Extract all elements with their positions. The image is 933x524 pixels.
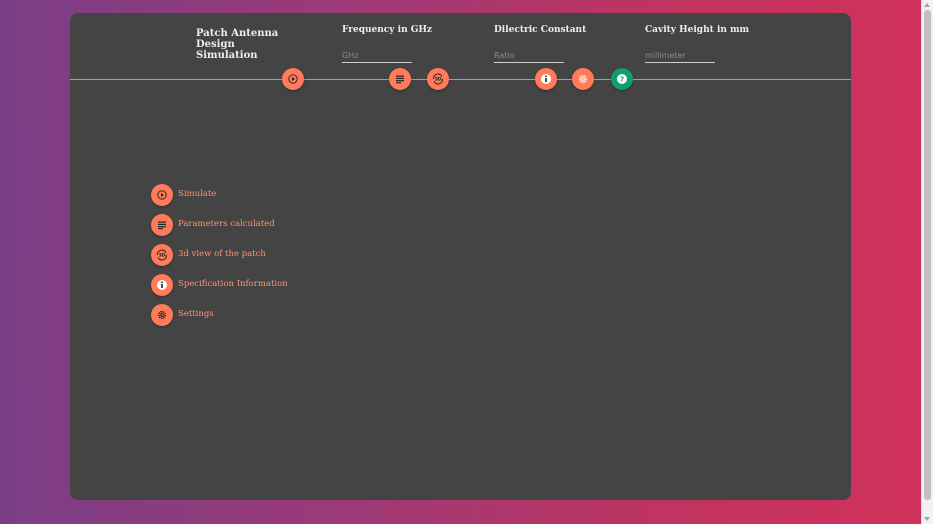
page-scrollbar[interactable]: [921, 0, 933, 524]
dielectric-input[interactable]: [494, 49, 564, 63]
legend-label-specification: Specification Information: [178, 279, 288, 289]
legend-label-parameters: Parameters calculated: [178, 219, 275, 229]
view-3d-button[interactable]: 3D: [427, 68, 449, 90]
legend-label-settings: Settings: [178, 309, 214, 319]
help-icon: ?: [617, 74, 627, 84]
legend-label-3d-view: 3d view of the patch: [178, 249, 266, 259]
legend-simulate-button[interactable]: [151, 184, 173, 206]
cavity-label: Cavity Height in mm: [645, 25, 750, 35]
frequency-label: Frequency in GHz: [342, 25, 433, 35]
toolbar-divider: [70, 79, 851, 80]
legend-label-simulate: Simulate: [178, 189, 217, 199]
specification-button[interactable]: [535, 68, 557, 90]
app-title: Patch Antenna Design Simulation: [196, 28, 279, 61]
gear-icon: [578, 74, 588, 84]
scroll-down-arrow-icon[interactable]: [924, 517, 930, 521]
play-icon: [288, 74, 298, 84]
scroll-up-arrow-icon[interactable]: [924, 3, 930, 7]
svg-text:?: ?: [620, 76, 624, 84]
gear-icon: [157, 310, 167, 320]
scrollbar-thumb[interactable]: [924, 10, 931, 500]
legend-parameters-button[interactable]: [151, 214, 173, 236]
help-button[interactable]: ?: [611, 68, 633, 90]
list-icon: [158, 221, 166, 230]
frequency-input[interactable]: [342, 49, 412, 63]
svg-text:3D: 3D: [159, 253, 166, 259]
simulate-button[interactable]: [282, 68, 304, 90]
parameters-button[interactable]: [389, 68, 411, 90]
info-icon: [157, 280, 167, 290]
svg-text:3D: 3D: [435, 77, 442, 83]
legend-3d-view-button[interactable]: 3D: [151, 244, 173, 266]
info-icon: [541, 74, 551, 84]
legend-specification-button[interactable]: [151, 274, 173, 296]
dielectric-label: Dilectric Constant: [494, 25, 587, 35]
legend-settings-button[interactable]: [151, 304, 173, 326]
cavity-input[interactable]: [645, 49, 715, 63]
settings-button[interactable]: [572, 68, 594, 90]
rotate-3d-icon: 3D: [156, 249, 168, 261]
play-icon: [157, 190, 167, 200]
main-panel: Patch Antenna Design Simulation Frequenc…: [70, 13, 851, 500]
rotate-3d-icon: 3D: [432, 73, 444, 85]
list-icon: [396, 75, 404, 84]
